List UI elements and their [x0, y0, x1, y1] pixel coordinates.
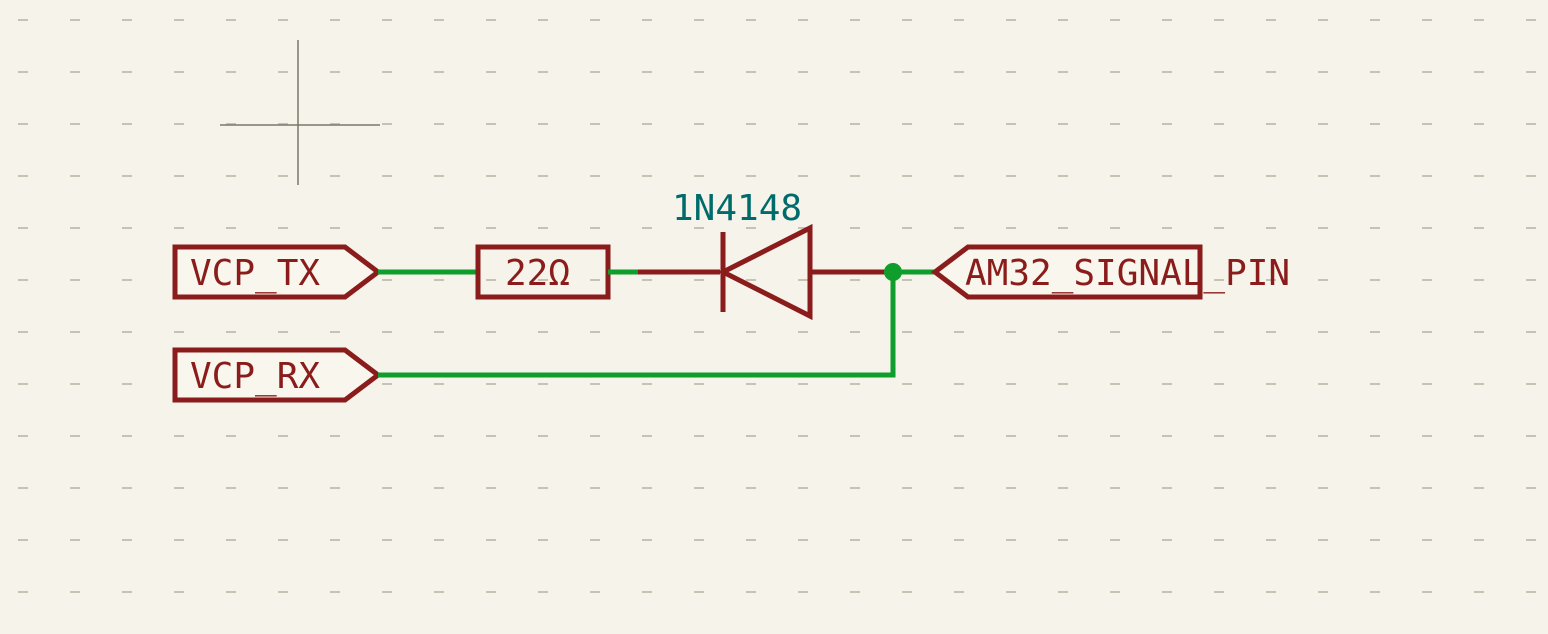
- net-label-text: VCP_RX: [190, 356, 320, 397]
- net-label-vcp-tx: VCP_TX: [175, 247, 378, 297]
- origin-cross: [220, 40, 380, 185]
- net-label-am32-signal: AM32_SIGNAL_PIN: [935, 247, 1290, 297]
- grid-background: [18, 20, 1536, 592]
- net-label-vcp-rx: VCP_RX: [175, 350, 378, 400]
- net-label-text: AM32_SIGNAL_PIN: [965, 253, 1290, 294]
- schematic-canvas: VCP_TX 22Ω 1N4148 AM32_SIGNAL_PIN VCP_RX: [0, 0, 1548, 634]
- diode: 1N4148: [672, 188, 893, 316]
- wire-rx-to-junction: [378, 272, 893, 375]
- resistor-value: 22Ω: [505, 253, 570, 294]
- diode-value: 1N4148: [672, 188, 802, 229]
- net-label-text: VCP_TX: [190, 253, 320, 294]
- resistor: 22Ω: [478, 247, 608, 297]
